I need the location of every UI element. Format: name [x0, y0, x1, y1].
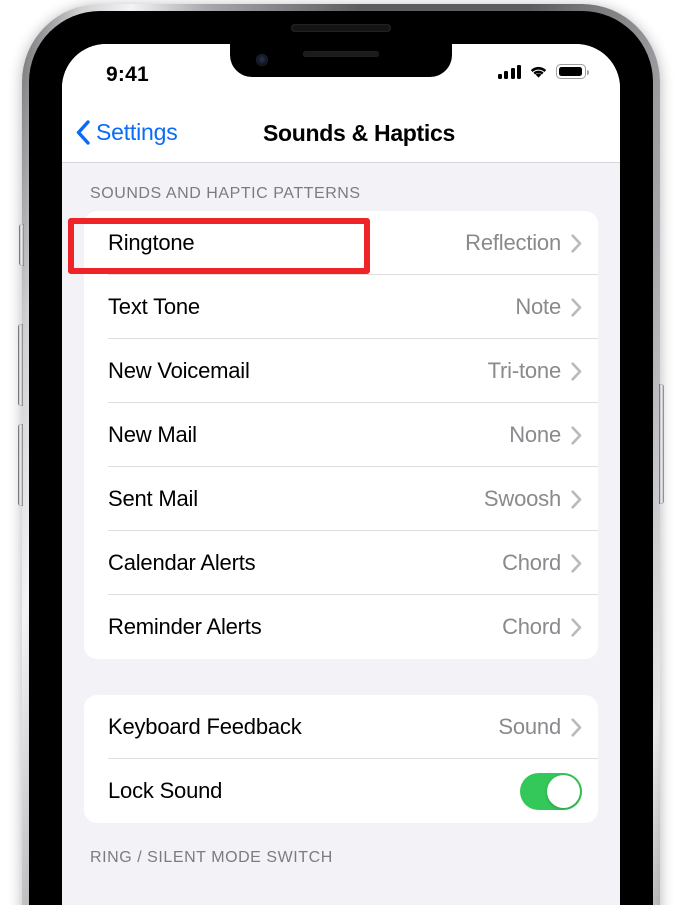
notch-speaker-icon	[303, 51, 379, 57]
row-label: New Mail	[108, 422, 197, 447]
chevron-right-icon	[571, 489, 582, 509]
battery-full-icon	[556, 64, 589, 79]
ring-silent-switch-button[interactable]	[19, 224, 24, 266]
row-label: Ringtone	[108, 230, 195, 255]
lock-sound-toggle[interactable]	[520, 772, 582, 810]
row-accessory: Swoosh	[484, 486, 582, 512]
chevron-right-icon	[571, 297, 582, 317]
chevron-right-icon	[571, 717, 582, 737]
row-new-mail[interactable]: New Mail None	[84, 403, 598, 467]
iphone-screen: 9:41 Settings Sounds & Haptics SOUNDS AN…	[62, 44, 620, 905]
row-value: None	[509, 422, 561, 447]
navigation-bar: Settings Sounds & Haptics	[62, 106, 620, 163]
row-value: Chord	[502, 614, 561, 639]
chevron-right-icon	[571, 617, 582, 637]
row-accessory	[520, 772, 582, 810]
row-lock-sound[interactable]: Lock Sound	[84, 759, 598, 823]
row-accessory: Sound	[498, 714, 582, 740]
toggle-knob	[547, 774, 580, 808]
row-text-tone[interactable]: Text Tone Note	[84, 275, 598, 339]
row-value: Swoosh	[483, 486, 561, 511]
row-label: Lock Sound	[108, 778, 223, 803]
sounds-and-haptic-patterns-group: Ringtone Reflection Text Tone Note New V…	[84, 211, 598, 659]
row-label: New Voicemail	[108, 358, 250, 383]
row-accessory: None	[509, 422, 582, 448]
chevron-right-icon	[571, 233, 582, 253]
row-accessory: Reflection	[465, 230, 582, 256]
volume-down-button[interactable]	[18, 424, 23, 506]
row-ringtone[interactable]: Ringtone Reflection	[84, 211, 598, 275]
row-label: Calendar Alerts	[108, 550, 256, 575]
page-title: Sounds & Haptics	[262, 120, 455, 146]
display-notch	[230, 44, 452, 77]
status-bar-indicators	[497, 64, 589, 79]
chevron-right-icon	[571, 425, 582, 445]
side-power-button[interactable]	[659, 384, 664, 504]
section-header-ring-silent-mode-switch: RING / SILENT MODE SWITCH	[90, 849, 333, 866]
row-label: Text Tone	[108, 294, 200, 319]
row-reminder-alerts[interactable]: Reminder Alerts Chord	[84, 595, 598, 659]
settings-list[interactable]: SOUNDS AND HAPTIC PATTERNS Ringtone Refl…	[62, 163, 620, 905]
row-value: Tri-tone	[487, 358, 562, 383]
row-value: Chord	[502, 550, 561, 575]
row-new-voicemail[interactable]: New Voicemail Tri-tone	[84, 339, 598, 403]
chevron-right-icon	[571, 361, 582, 381]
section-header-sounds-and-haptic-patterns: SOUNDS AND HAPTIC PATTERNS	[90, 185, 361, 202]
device-bezel: 9:41 Settings Sounds & Haptics SOUNDS AN…	[29, 11, 653, 905]
volume-up-button[interactable]	[18, 324, 23, 406]
earpiece-speaker-icon	[291, 24, 391, 32]
row-sent-mail[interactable]: Sent Mail Swoosh	[84, 467, 598, 531]
row-accessory: Chord	[502, 614, 582, 640]
row-label: Reminder Alerts	[108, 614, 262, 639]
row-calendar-alerts[interactable]: Calendar Alerts Chord	[84, 531, 598, 595]
row-label: Keyboard Feedback	[108, 714, 302, 739]
row-accessory: Chord	[502, 550, 582, 576]
cellular-signal-icon	[497, 64, 521, 79]
row-label: Sent Mail	[108, 486, 198, 511]
front-camera-icon	[256, 54, 268, 66]
row-accessory: Tri-tone	[488, 358, 582, 384]
row-keyboard-feedback[interactable]: Keyboard Feedback Sound	[84, 695, 598, 759]
row-value: Note	[515, 294, 561, 319]
row-value: Sound	[498, 714, 561, 739]
keyboard-and-lock-sound-group: Keyboard Feedback Sound Lock Sound	[84, 695, 598, 823]
iphone-device-frame: 9:41 Settings Sounds & Haptics SOUNDS AN…	[18, 4, 664, 905]
chevron-right-icon	[571, 553, 582, 573]
wifi-icon	[530, 66, 547, 78]
row-accessory: Note	[515, 294, 582, 320]
screenshot-canvas: 9:41 Settings Sounds & Haptics SOUNDS AN…	[0, 0, 691, 905]
status-bar-time: 9:41	[106, 63, 149, 86]
row-value: Reflection	[465, 230, 561, 255]
